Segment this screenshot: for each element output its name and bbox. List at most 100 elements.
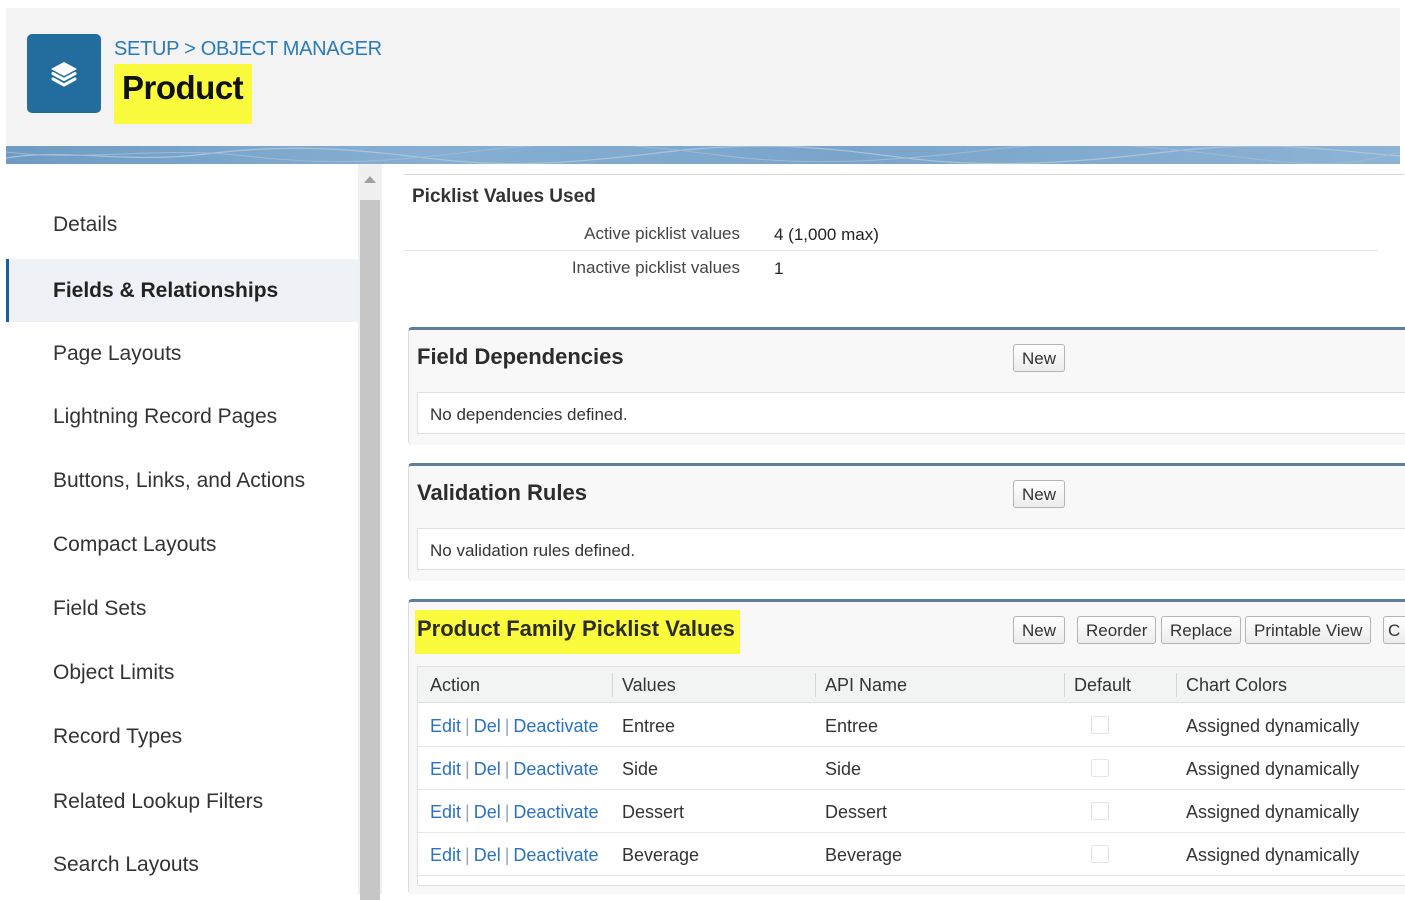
row-actions: Edit | Del | Deactivate: [430, 802, 598, 823]
page-title: Product: [122, 69, 244, 106]
validation-rules-empty-message: No validation rules defined.: [430, 541, 636, 560]
row-actions: Edit | Del | Deactivate: [430, 759, 598, 780]
delete-link[interactable]: Del: [474, 845, 501, 865]
sidebar-item-label: Page Layouts: [53, 342, 182, 365]
validation-rules-title: Validation Rules: [417, 480, 587, 505]
row-api-name: Beverage: [825, 845, 903, 865]
sidebar-item-fields-relationships[interactable]: Fields & Relationships: [6, 259, 358, 322]
action-separator: |: [465, 802, 470, 822]
sidebar-item-record-types[interactable]: Record Types: [6, 706, 358, 768]
row-value: Beverage: [622, 845, 700, 865]
layers-icon: [27, 34, 101, 113]
sidebar-item-label: Lightning Record Pages: [53, 405, 278, 428]
picklist-new-button[interactable]: New: [1013, 616, 1066, 644]
sidebar-item-field-sets[interactable]: Field Sets: [6, 578, 358, 640]
column-header-values: Values: [612, 667, 676, 703]
edit-link[interactable]: Edit: [430, 759, 461, 779]
deactivate-link[interactable]: Deactivate: [513, 759, 598, 779]
sidebar-scrollbar[interactable]: [358, 164, 382, 900]
row-actions: Edit | Del | Deactivate: [430, 716, 598, 737]
column-header-default: Default: [1063, 667, 1131, 703]
validation-rules-new-button[interactable]: New: [1013, 480, 1066, 508]
breadcrumb-separator: >: [184, 38, 196, 60]
row-value: Side: [622, 759, 659, 779]
sidebar-item-label: Record Types: [53, 725, 183, 748]
section-divider: [404, 174, 1404, 175]
sidebar-item-buttons-links-actions[interactable]: Buttons, Links, and Actions: [6, 450, 358, 512]
action-separator: |: [465, 845, 470, 865]
sidebar-item-object-limits[interactable]: Object Limits: [6, 642, 358, 704]
scrollbar-thumb[interactable]: [360, 200, 380, 900]
breadcrumb-setup-link[interactable]: SETUP: [114, 38, 179, 60]
field-dependencies-new-button[interactable]: New: [1013, 344, 1066, 372]
delete-link[interactable]: Del: [474, 802, 501, 822]
action-separator: |: [504, 845, 510, 865]
field-detail-content: Picklist Values Used Active picklist val…: [382, 164, 1405, 894]
action-separator: |: [465, 716, 470, 736]
edit-link[interactable]: Edit: [430, 802, 461, 822]
sidebar-item-compact-layouts[interactable]: Compact Layouts: [6, 514, 358, 576]
object-manager-sidebar: Details Fields & Relationships Page Layo…: [6, 164, 358, 894]
deactivate-link[interactable]: Deactivate: [513, 802, 598, 822]
edit-link[interactable]: Edit: [430, 716, 461, 736]
table-row: Edit | Del | Deactivate Entree Entree Assign…: [418, 704, 1405, 747]
column-header-action: Action: [430, 675, 481, 695]
default-checkbox: [1091, 802, 1109, 820]
default-checkbox: [1091, 759, 1109, 777]
table-header: Action Values API Name Default Chart Col…: [418, 667, 1405, 703]
sidebar-item-related-lookup-filters[interactable]: Related Lookup Filters: [6, 771, 358, 833]
row-value: Dessert: [622, 802, 685, 822]
page-title-highlight: Product: [114, 64, 252, 124]
sidebar-item-label: Field Sets: [53, 597, 147, 620]
row-actions: Edit | Del | Deactivate: [430, 845, 598, 866]
sidebar-item-page-layouts[interactable]: Page Layouts: [6, 323, 358, 385]
validation-rules-body: No validation rules defined.: [417, 528, 1405, 570]
row-api-name: Dessert: [825, 802, 888, 822]
breadcrumb-object-manager-link[interactable]: OBJECT MANAGER: [201, 38, 382, 60]
active-picklist-value: 4 (1,000 max): [774, 225, 879, 244]
column-header-api-name: API Name: [814, 667, 907, 703]
field-dependencies-body: No dependencies defined.: [417, 392, 1405, 434]
row-chart-color: Assigned dynamically: [1186, 845, 1360, 865]
header-decorative-band: [6, 146, 1400, 164]
field-dependencies-empty-message: No dependencies defined.: [430, 405, 628, 424]
sidebar-item-lightning-record-pages[interactable]: Lightning Record Pages: [6, 386, 358, 448]
scroll-up-arrow-icon[interactable]: [364, 176, 376, 183]
picklist-chart-colors-button[interactable]: C: [1383, 616, 1405, 644]
edit-link[interactable]: Edit: [430, 845, 461, 865]
sidebar-item-label: Object Limits: [53, 661, 175, 684]
table-row: Edit | Del | Deactivate Beverage Beverage As…: [418, 833, 1405, 876]
deactivate-link[interactable]: Deactivate: [513, 716, 598, 736]
action-separator: |: [504, 716, 510, 736]
delete-link[interactable]: Del: [474, 759, 501, 779]
row-api-name: Side: [825, 759, 862, 779]
row-chart-color: Assigned dynamically: [1186, 759, 1360, 779]
deactivate-link[interactable]: Deactivate: [513, 845, 598, 865]
sidebar-item-label: Compact Layouts: [53, 533, 217, 556]
delete-link[interactable]: Del: [474, 716, 501, 736]
sidebar-item-label: Related Lookup Filters: [53, 790, 264, 813]
validation-rules-panel: Validation Rules New No validation rules…: [408, 463, 1405, 581]
table-row: Edit | Del | Deactivate Dessert Dessert Assi…: [418, 790, 1405, 833]
picklist-usage-title: Picklist Values Used: [412, 186, 596, 207]
breadcrumb: SETUP > OBJECT MANAGER: [114, 38, 382, 61]
active-picklist-label: Active picklist values: [584, 224, 740, 243]
row-chart-color: Assigned dynamically: [1186, 716, 1360, 736]
sidebar-item-search-layouts[interactable]: Search Layouts: [6, 834, 358, 896]
picklist-replace-button[interactable]: Replace: [1161, 616, 1242, 644]
picklist-reorder-button[interactable]: Reorder: [1077, 616, 1157, 644]
inactive-picklist-label: Inactive picklist values: [571, 258, 740, 277]
action-separator: |: [504, 802, 510, 822]
column-header-chart-colors: Chart Colors: [1175, 667, 1287, 703]
action-separator: |: [504, 759, 510, 779]
row-api-name: Entree: [825, 716, 879, 736]
product-family-panel: Product Family Picklist Values New Reord…: [408, 599, 1405, 894]
default-checkbox: [1091, 716, 1109, 734]
picklist-printable-view-button[interactable]: Printable View: [1245, 616, 1372, 644]
action-separator: |: [465, 759, 470, 779]
product-family-title: Product Family Picklist Values: [417, 616, 735, 641]
sidebar-item-label: Buttons, Links, and Actions: [53, 469, 306, 492]
default-checkbox: [1091, 845, 1109, 863]
sidebar-item-details[interactable]: Details: [6, 194, 358, 256]
sidebar-item-label: Fields & Relationships: [53, 278, 279, 302]
